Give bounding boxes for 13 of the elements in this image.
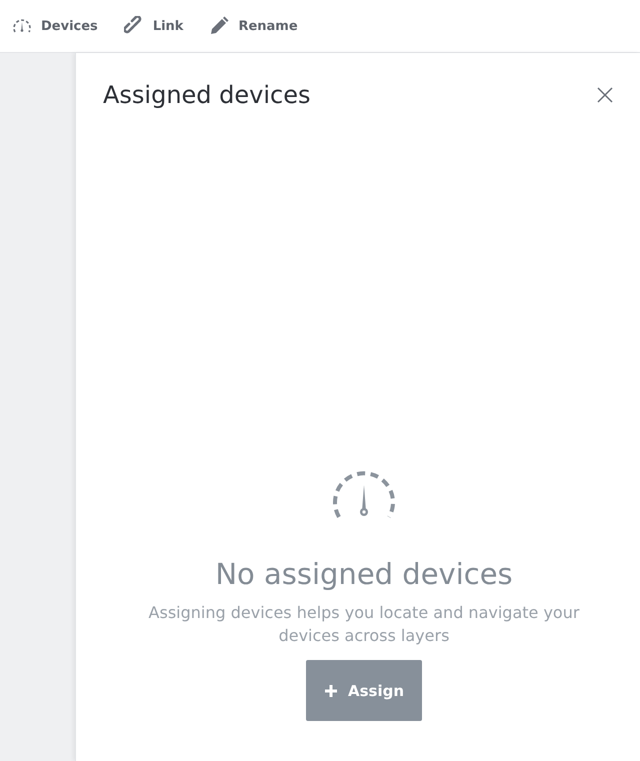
gauge-icon: [12, 17, 32, 35]
panel-title: Assigned devices: [103, 81, 311, 109]
pencil-icon: [209, 16, 230, 36]
plus-icon: [324, 684, 338, 698]
toolbar-button[interactable]: Devices: [12, 17, 98, 35]
gauge-icon: [331, 469, 397, 521]
toolbar-button[interactable]: Rename: [209, 16, 298, 36]
empty-heading: No assigned devices: [215, 557, 513, 591]
link-icon: [124, 16, 144, 36]
empty-description: Assigning devices helps you locate and navigate your devices across layers: [148, 602, 580, 647]
close-button[interactable]: [596, 86, 614, 104]
assign-button[interactable]: Assign: [306, 660, 422, 721]
toolbar-button[interactable]: Link: [124, 16, 184, 36]
